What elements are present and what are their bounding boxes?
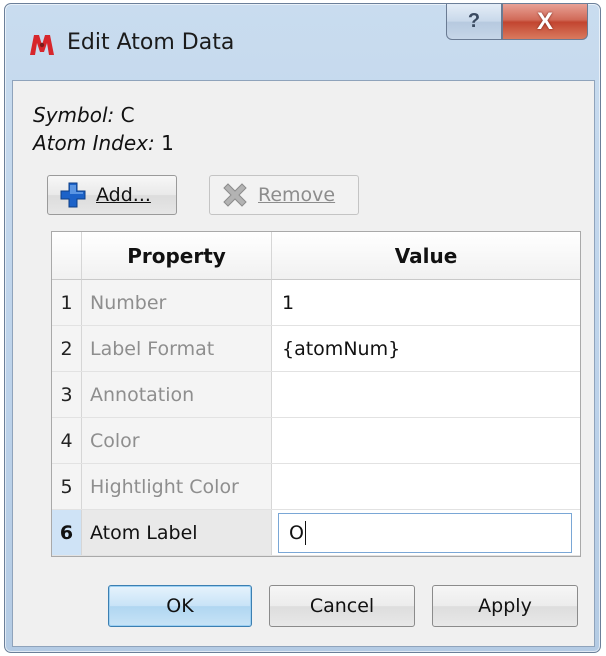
row-number[interactable]: 5	[52, 464, 82, 509]
dialog-body: Symbol: C Atom Index: 1 Add... Remove Pr…	[12, 80, 595, 647]
add-button[interactable]: Add...	[47, 175, 177, 215]
x-icon	[223, 183, 247, 207]
value-editor-input[interactable]: O	[278, 513, 572, 553]
table-corner-header	[52, 232, 82, 280]
row-number[interactable]: 4	[52, 418, 82, 463]
close-icon: X	[536, 7, 553, 35]
window-title: Edit Atom Data	[67, 30, 235, 55]
property-cell: Annotation	[82, 372, 272, 417]
atom-index-line: Atom Index: 1	[33, 131, 174, 155]
row-number[interactable]: 6	[52, 510, 82, 555]
row-number[interactable]: 3	[52, 372, 82, 417]
cancel-button[interactable]: Cancel	[269, 585, 415, 627]
property-cell: Hightlight Color	[82, 464, 272, 509]
atom-index-value: 1	[161, 131, 174, 155]
value-cell[interactable]: {atomNum}	[272, 326, 580, 371]
help-button[interactable]: ?	[446, 4, 502, 40]
value-cell[interactable]: 1	[272, 280, 580, 325]
value-cell[interactable]	[272, 418, 580, 463]
value-editor-text: O	[289, 522, 304, 544]
plus-icon	[60, 182, 86, 208]
table-row[interactable]: 5 Hightlight Color	[52, 464, 580, 510]
molecule-app-icon	[30, 35, 54, 55]
property-cell: Number	[82, 280, 272, 325]
table-row[interactable]: 1 Number 1	[52, 280, 580, 326]
property-cell: Label Format	[82, 326, 272, 371]
text-caret	[304, 521, 306, 545]
properties-table: Property Value 1 Number 1 2 Label Format…	[51, 231, 581, 557]
ok-button[interactable]: OK	[108, 585, 252, 627]
remove-button-label: Remove	[258, 184, 336, 206]
value-cell[interactable]	[272, 464, 580, 509]
dialog-window: Edit Atom Data ? X Symbol: C Atom Index:…	[4, 3, 601, 653]
remove-button[interactable]: Remove	[209, 175, 359, 215]
symbol-line: Symbol: C	[33, 103, 135, 127]
value-column-header[interactable]: Value	[272, 232, 580, 280]
table-row-selected[interactable]: 6 Atom Label O	[52, 510, 580, 556]
table-row[interactable]: 4 Color	[52, 418, 580, 464]
property-cell: Color	[82, 418, 272, 463]
property-cell: Atom Label	[82, 510, 272, 555]
close-button[interactable]: X	[502, 4, 588, 40]
add-button-label: Add...	[96, 184, 151, 206]
value-cell[interactable]: O	[272, 510, 580, 555]
apply-button[interactable]: Apply	[432, 585, 578, 627]
help-icon: ?	[467, 10, 481, 32]
property-column-header[interactable]: Property	[82, 232, 272, 280]
row-number[interactable]: 2	[52, 326, 82, 371]
row-number[interactable]: 1	[52, 280, 82, 325]
table-row[interactable]: 2 Label Format {atomNum}	[52, 326, 580, 372]
table-row[interactable]: 3 Annotation	[52, 372, 580, 418]
symbol-label: Symbol:	[33, 103, 115, 127]
value-cell[interactable]	[272, 372, 580, 417]
symbol-value: C	[120, 103, 135, 127]
title-bar[interactable]: Edit Atom Data ? X	[5, 4, 600, 80]
atom-index-label: Atom Index:	[33, 131, 155, 155]
